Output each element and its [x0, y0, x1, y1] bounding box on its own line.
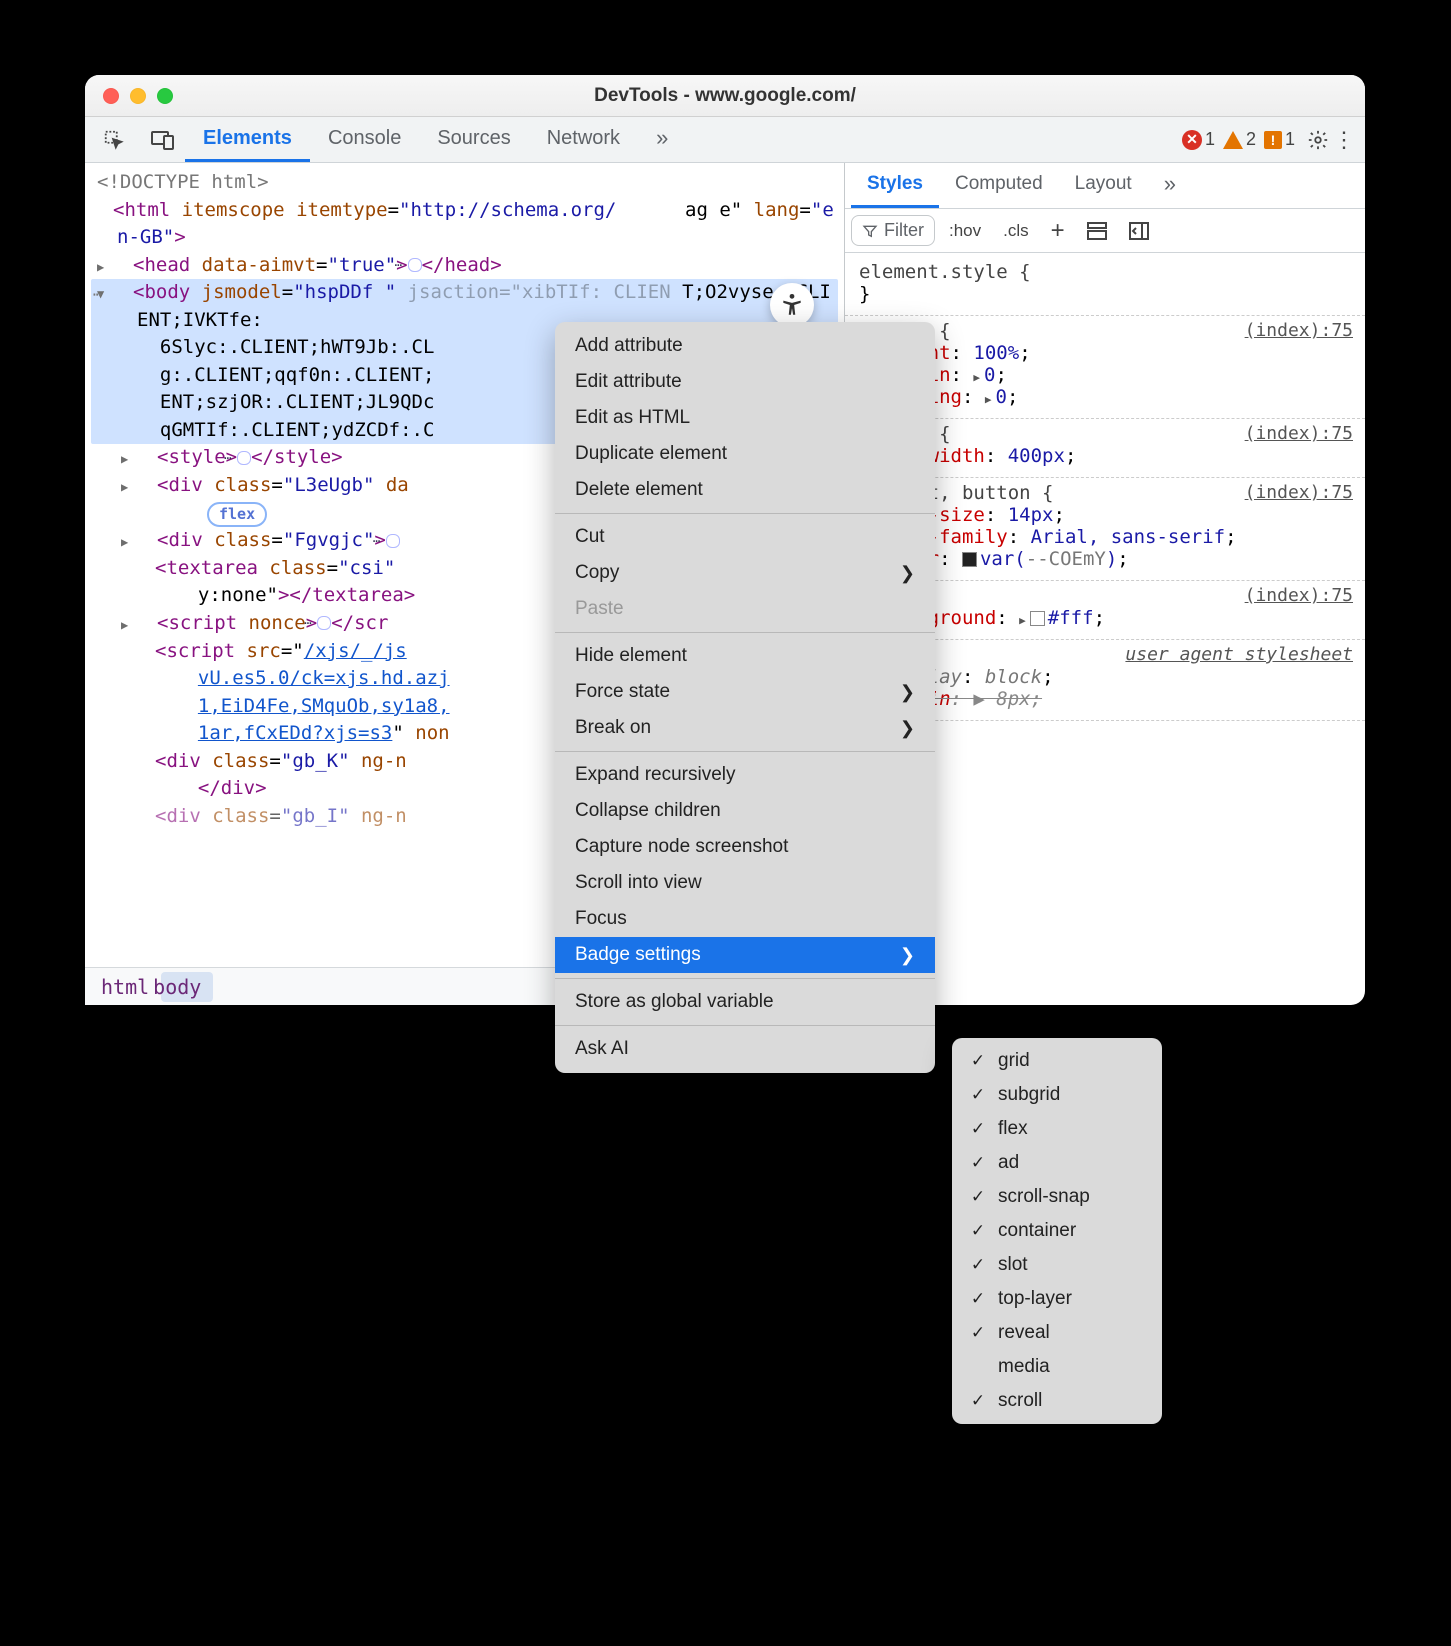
- head-element[interactable]: <head data-aimvt="true">⋯</head>: [91, 252, 838, 280]
- menu-item-add-attribute[interactable]: Add attribute: [555, 328, 935, 364]
- source-link[interactable]: (index):75: [1245, 482, 1353, 503]
- badge-option-top-layer[interactable]: ✓top-layer: [952, 1282, 1162, 1316]
- menu-item-cut[interactable]: Cut: [555, 519, 935, 555]
- window-title: DevTools - www.google.com/: [85, 85, 1365, 107]
- error-count[interactable]: ✕1: [1182, 129, 1215, 150]
- settings-icon[interactable]: [1305, 127, 1331, 153]
- cls-button[interactable]: .cls: [995, 217, 1037, 245]
- menu-item-scroll-into-view[interactable]: Scroll into view: [555, 865, 935, 901]
- menu-item-store-as-global-variable[interactable]: Store as global variable: [555, 984, 935, 1020]
- filter-placeholder: Filter: [884, 220, 924, 241]
- tab-network[interactable]: Network: [529, 117, 638, 162]
- tab-styles[interactable]: Styles: [851, 163, 939, 208]
- badge-option-reveal[interactable]: ✓reveal: [952, 1316, 1162, 1350]
- source-link[interactable]: (index):75: [1245, 585, 1353, 606]
- tab-sources[interactable]: Sources: [419, 117, 528, 162]
- filter-input[interactable]: Filter: [851, 215, 935, 246]
- close-button[interactable]: [103, 88, 119, 104]
- tabs-overflow-icon[interactable]: »: [638, 117, 686, 162]
- accessibility-icon[interactable]: [770, 283, 814, 327]
- flex-badge[interactable]: flex: [207, 502, 267, 528]
- titlebar: DevTools - www.google.com/: [85, 75, 1365, 117]
- tab-computed[interactable]: Computed: [939, 163, 1059, 208]
- menu-item-expand-recursively[interactable]: Expand recursively: [555, 757, 935, 793]
- badge-option-grid[interactable]: ✓grid: [952, 1044, 1162, 1078]
- menu-item-capture-node-screenshot[interactable]: Capture node screenshot: [555, 829, 935, 865]
- menu-item-paste: Paste: [555, 591, 935, 627]
- badge-settings-submenu: ✓grid✓subgrid✓flex✓ad✓scroll-snap✓contai…: [952, 1038, 1162, 1424]
- menu-item-delete-element[interactable]: Delete element: [555, 472, 935, 508]
- tab-layout[interactable]: Layout: [1059, 163, 1148, 208]
- badge-option-ad[interactable]: ✓ad: [952, 1146, 1162, 1180]
- ua-label: user agent stylesheet: [1125, 644, 1353, 665]
- html-element[interactable]: <html itemscope itemtype="http://schema.…: [91, 197, 838, 252]
- menu-item-edit-attribute[interactable]: Edit attribute: [555, 364, 935, 400]
- status-icons: ✕1 2 !1: [1182, 129, 1295, 150]
- doctype[interactable]: <!DOCTYPE html>: [91, 169, 838, 197]
- context-menu: Add attributeEdit attributeEdit as HTMLD…: [555, 322, 935, 1073]
- menu-item-break-on[interactable]: Break on: [555, 710, 935, 746]
- menu-item-badge-settings[interactable]: Badge settings: [555, 937, 935, 973]
- zoom-button[interactable]: [157, 88, 173, 104]
- menu-item-force-state[interactable]: Force state: [555, 674, 935, 710]
- issue-count[interactable]: !1: [1264, 129, 1295, 150]
- badge-option-flex[interactable]: ✓flex: [952, 1112, 1162, 1146]
- more-icon[interactable]: [1331, 127, 1357, 153]
- styles-tabs-overflow-icon[interactable]: »: [1148, 163, 1192, 208]
- panel-tabs: Elements Console Sources Network »: [185, 117, 686, 162]
- computed-styles-icon[interactable]: [1079, 218, 1115, 244]
- badge-option-scroll[interactable]: ✓scroll: [952, 1384, 1162, 1418]
- menu-item-ask-ai[interactable]: Ask AI: [555, 1031, 935, 1067]
- styles-tabs: Styles Computed Layout »: [845, 163, 1365, 209]
- badge-option-subgrid[interactable]: ✓subgrid: [952, 1078, 1162, 1112]
- menu-item-collapse-children[interactable]: Collapse children: [555, 793, 935, 829]
- new-style-rule-icon[interactable]: +: [1043, 213, 1073, 249]
- minimize-button[interactable]: [130, 88, 146, 104]
- hov-button[interactable]: :hov: [941, 217, 989, 245]
- tab-console[interactable]: Console: [310, 117, 419, 162]
- toolbar: Elements Console Sources Network » ✕1 2 …: [85, 117, 1365, 163]
- inspect-element-icon[interactable]: [93, 123, 135, 157]
- toggle-sidebar-icon[interactable]: [1121, 218, 1157, 244]
- window-controls: [103, 88, 173, 104]
- styles-toolbar: Filter :hov .cls +: [845, 209, 1365, 253]
- badge-option-scroll-snap[interactable]: ✓scroll-snap: [952, 1180, 1162, 1214]
- menu-item-focus[interactable]: Focus: [555, 901, 935, 937]
- rule-element-style[interactable]: element.style {}: [845, 257, 1365, 316]
- tab-elements[interactable]: Elements: [185, 117, 310, 162]
- badge-option-container[interactable]: ✓container: [952, 1214, 1162, 1248]
- badge-option-slot[interactable]: ✓slot: [952, 1248, 1162, 1282]
- badge-option-media[interactable]: media: [952, 1350, 1162, 1384]
- source-link[interactable]: (index):75: [1245, 320, 1353, 341]
- menu-item-copy[interactable]: Copy: [555, 555, 935, 591]
- menu-item-edit-as-html[interactable]: Edit as HTML: [555, 400, 935, 436]
- device-toolbar-icon[interactable]: [141, 124, 185, 156]
- menu-item-hide-element[interactable]: Hide element: [555, 638, 935, 674]
- breadcrumb-body[interactable]: body: [161, 972, 213, 1002]
- source-link[interactable]: (index):75: [1245, 423, 1353, 444]
- breadcrumb-html[interactable]: html: [89, 972, 161, 1002]
- menu-item-duplicate-element[interactable]: Duplicate element: [555, 436, 935, 472]
- warning-count[interactable]: 2: [1223, 129, 1256, 150]
